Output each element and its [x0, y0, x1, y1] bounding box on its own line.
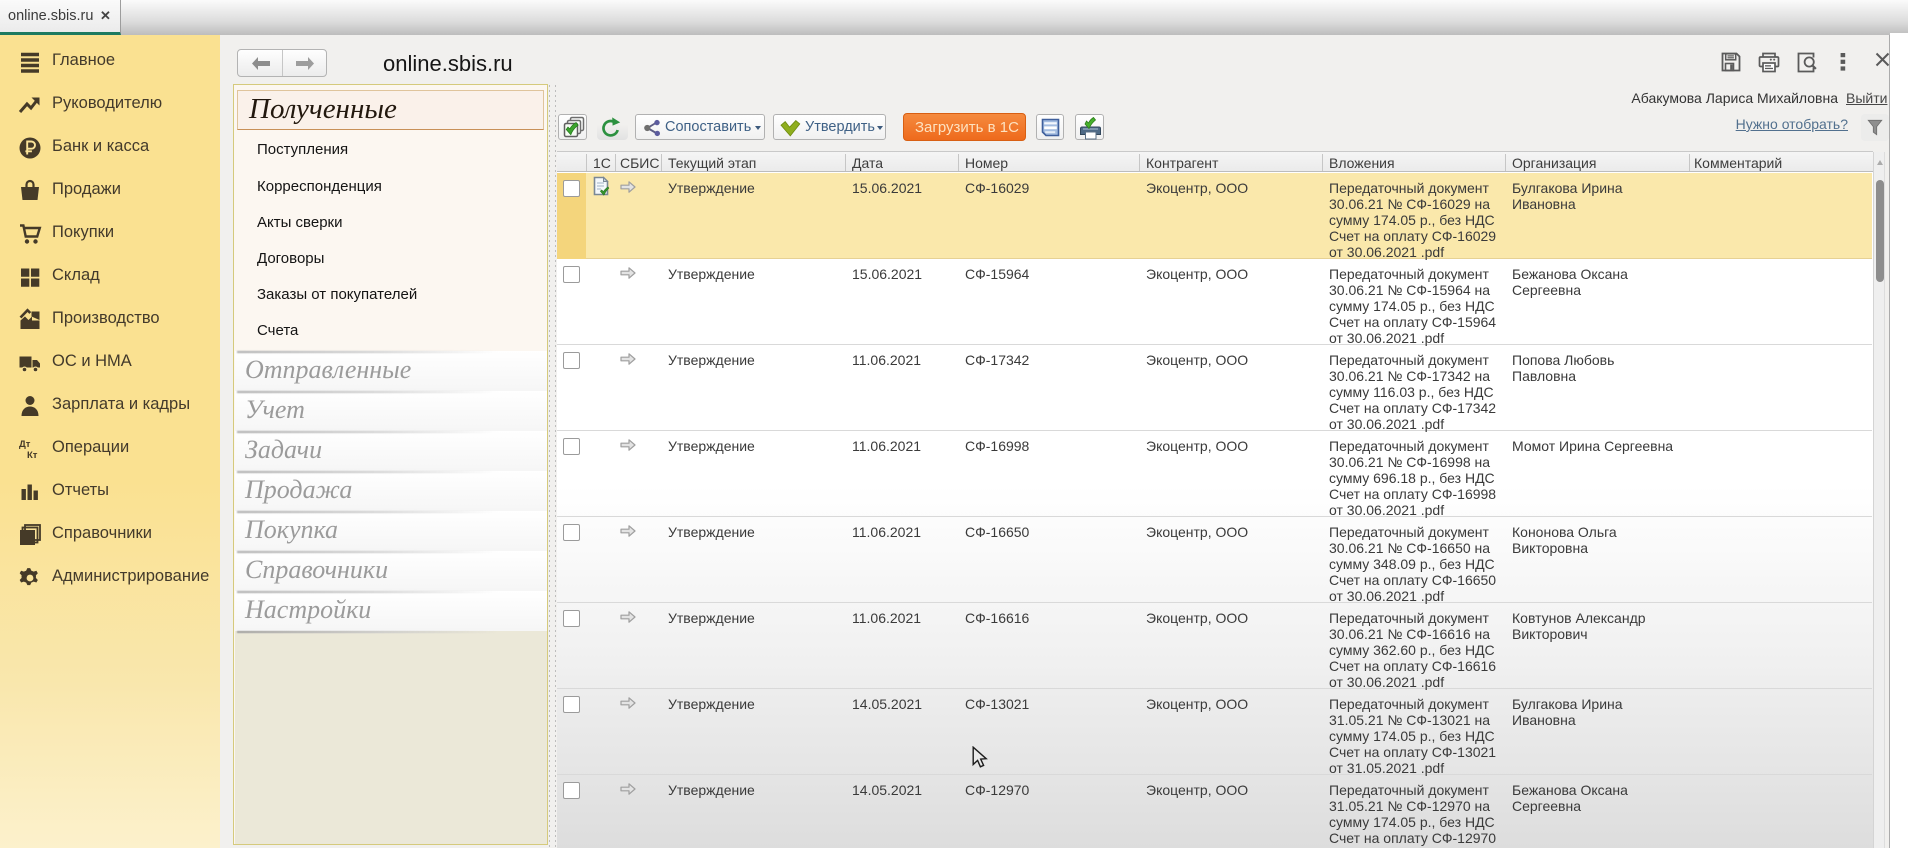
svg-text:Кт: Кт [27, 450, 38, 461]
svg-text:Дт: Дт [19, 439, 31, 450]
